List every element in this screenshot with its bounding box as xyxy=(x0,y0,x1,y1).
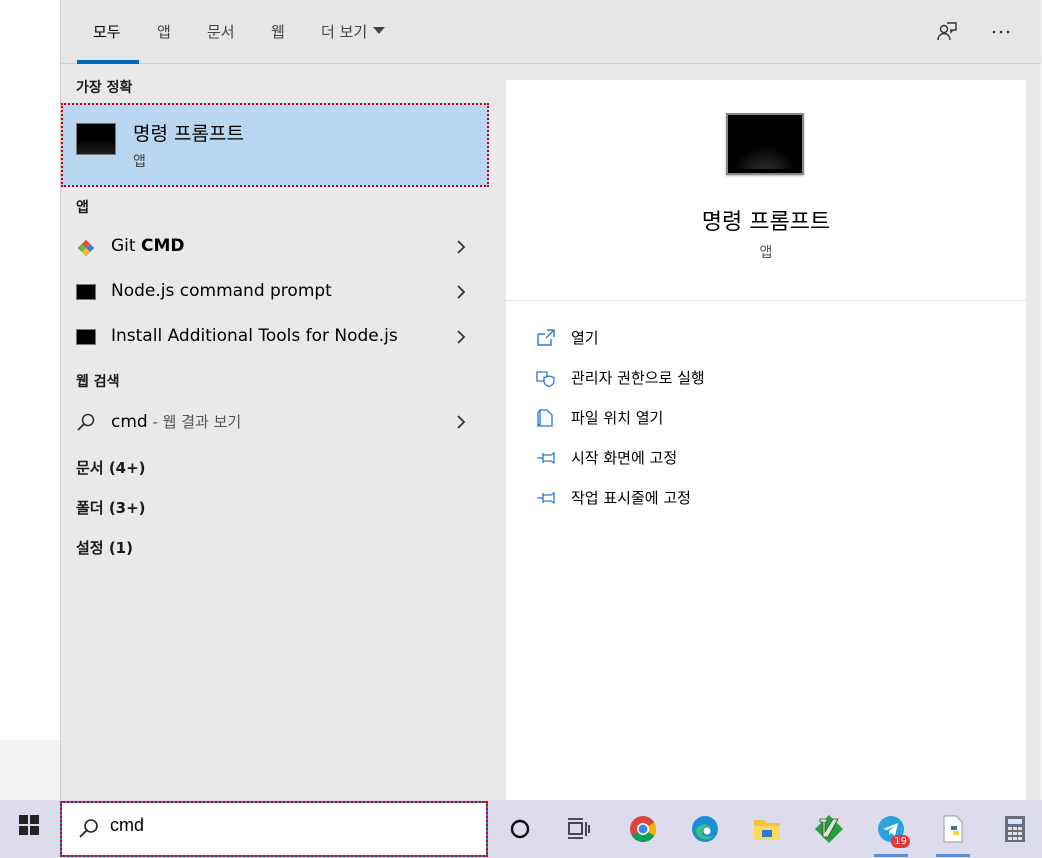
tab-more-label: 더 보기 xyxy=(321,23,368,41)
section-best-match: 가장 정확 xyxy=(76,80,133,96)
chevron-right-icon[interactable] xyxy=(455,238,467,256)
list-item-label: Node.js command prompt xyxy=(111,281,332,301)
chrome-button[interactable] xyxy=(620,806,666,852)
caret-down-icon xyxy=(373,27,386,34)
results-list: 가장 정확 명령 프롬프트 앱 앱 Git CMD Node.js comman… xyxy=(61,65,491,800)
action-open-file-location[interactable]: 파일 위치 열기 xyxy=(536,405,936,431)
category-documents[interactable]: 문서 (4+) xyxy=(76,457,146,478)
taskbar: cmd 19 xyxy=(0,800,1042,858)
list-item-git-cmd[interactable]: Git CMD xyxy=(61,227,491,269)
feedback-icon[interactable] xyxy=(933,18,961,46)
python-file-button[interactable] xyxy=(930,806,976,857)
terminal-icon xyxy=(76,284,96,300)
tab-web[interactable]: 웹 xyxy=(271,20,285,44)
action-label: 시작 화면에 고정 xyxy=(571,449,678,467)
detail-title: 명령 프롬프트 xyxy=(701,210,831,235)
vim-button[interactable] xyxy=(806,806,852,852)
command-prompt-icon xyxy=(76,123,116,155)
file-explorer-button[interactable] xyxy=(744,806,790,852)
windows-start-icon[interactable] xyxy=(18,814,40,836)
best-match-title: 명령 프롬프트 xyxy=(133,123,244,145)
category-settings[interactable]: 설정 (1) xyxy=(76,537,133,558)
command-prompt-large-icon xyxy=(726,113,804,175)
terminal-icon xyxy=(76,329,96,345)
telegram-button[interactable]: 19 xyxy=(868,806,914,857)
action-label: 열기 xyxy=(571,329,599,347)
pin-icon xyxy=(537,491,555,505)
action-open[interactable]: 열기 xyxy=(536,325,936,351)
calculator-button[interactable] xyxy=(992,806,1038,852)
list-item-nodejs-command-prompt[interactable]: Node.js command prompt xyxy=(61,272,491,314)
calculator-icon xyxy=(1005,816,1025,842)
search-icon xyxy=(77,413,95,431)
detail-panel: 명령 프롬프트 앱 열기 관리자 권한으로 실행 파일 위치 열기 시작 화면에… xyxy=(506,80,1026,800)
chevron-right-icon[interactable] xyxy=(455,283,467,301)
active-tab-indicator xyxy=(77,60,139,64)
chevron-right-icon[interactable] xyxy=(455,328,467,346)
pin-icon xyxy=(537,451,555,465)
chevron-right-icon[interactable] xyxy=(455,413,467,431)
cortana-button[interactable] xyxy=(497,806,543,852)
section-apps: 앱 xyxy=(76,200,89,216)
action-run-as-admin[interactable]: 관리자 권한으로 실행 xyxy=(536,365,936,391)
action-label: 관리자 권한으로 실행 xyxy=(571,369,705,387)
taskbar-search-box[interactable]: cmd xyxy=(60,801,488,857)
divider xyxy=(506,300,1026,301)
list-item-web-search-cmd[interactable]: cmd - 웹 결과 보기 xyxy=(61,402,491,444)
chrome-icon xyxy=(630,816,657,843)
cortana-icon xyxy=(510,819,530,839)
vim-icon xyxy=(815,815,843,843)
category-folders[interactable]: 폴더 (3+) xyxy=(76,497,146,518)
tab-documents[interactable]: 문서 xyxy=(207,20,235,44)
action-pin-to-taskbar[interactable]: 작업 표시줄에 고정 xyxy=(536,485,936,511)
start-search-panel: 모두 앱 문서 웹 더 보기 가장 정확 명령 프롬프트 앱 앱 Git CMD… xyxy=(60,0,1041,800)
desktop-background xyxy=(0,740,60,800)
file-explorer-icon xyxy=(754,820,780,840)
git-icon xyxy=(77,239,95,257)
open-icon xyxy=(537,329,555,346)
notification-badge: 19 xyxy=(891,835,910,848)
best-match-result[interactable]: 명령 프롬프트 앱 xyxy=(61,103,489,187)
edge-icon xyxy=(692,816,718,842)
search-icon xyxy=(79,819,98,838)
python-file-icon xyxy=(943,815,963,843)
action-label: 파일 위치 열기 xyxy=(571,409,664,427)
task-view-icon xyxy=(568,818,590,839)
tab-all[interactable]: 모두 xyxy=(93,20,121,44)
section-web-search: 웹 검색 xyxy=(76,374,120,390)
action-label: 작업 표시줄에 고정 xyxy=(571,489,691,507)
list-item-label: Git CMD xyxy=(111,236,185,256)
edge-button[interactable] xyxy=(682,806,728,852)
list-item-label: Install Additional Tools for Node.js xyxy=(111,326,398,346)
search-input[interactable]: cmd xyxy=(110,815,144,836)
filter-bar: 모두 앱 문서 웹 더 보기 xyxy=(61,0,1041,64)
action-pin-to-start[interactable]: 시작 화면에 고정 xyxy=(536,445,936,471)
list-item-install-tools-nodejs[interactable]: Install Additional Tools for Node.js xyxy=(61,317,491,359)
file-location-icon xyxy=(537,409,553,428)
task-view-button[interactable] xyxy=(556,806,602,852)
tab-apps[interactable]: 앱 xyxy=(157,20,171,44)
detail-type: 앱 xyxy=(759,245,773,261)
tab-more[interactable]: 더 보기 xyxy=(321,20,386,44)
list-item-label: cmd - 웹 결과 보기 xyxy=(111,412,242,432)
admin-shield-icon xyxy=(536,371,555,388)
more-options-icon[interactable] xyxy=(987,18,1015,46)
best-match-type: 앱 xyxy=(133,154,146,170)
